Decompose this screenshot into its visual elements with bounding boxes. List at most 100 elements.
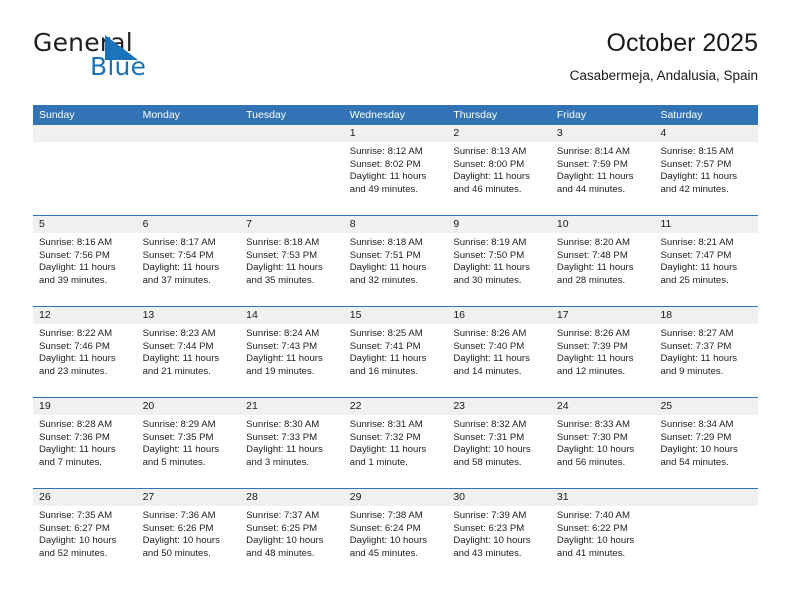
day-cell[interactable]: 31 Sunrise: 7:40 AM Sunset: 6:22 PM Dayligh…: [550, 489, 655, 579]
sunset-text: Sunset: 6:23 PM: [453, 522, 525, 534]
day-number: [654, 489, 759, 506]
day-details: Sunrise: 8:26 AM Sunset: 7:40 PM Daylight:…: [447, 324, 551, 378]
day-number: 5: [33, 216, 137, 233]
day-number: 30: [447, 489, 551, 506]
day-number: 2: [447, 125, 551, 142]
day-number: 15: [343, 307, 448, 324]
daylight-text: Daylight: 11 hours and 37 minutes.: [142, 262, 220, 286]
day-cell[interactable]: 12 Sunrise: 8:22 AM Sunset: 7:46 PM Dayligh…: [33, 307, 137, 397]
day-cell[interactable]: 26 Sunrise: 7:35 AM Sunset: 6:27 PM Dayligh…: [33, 489, 137, 579]
day-number: 19: [33, 398, 137, 415]
day-details: Sunrise: 8:21 AM Sunset: 7:47 PM Daylight:…: [654, 233, 758, 287]
sunrise-text: Sunrise: 8:29 AM: [142, 419, 216, 430]
brand-logo[interactable]: General Blue: [33, 28, 263, 84]
day-cell[interactable]: 22 Sunrise: 8:31 AM Sunset: 7:32 PM Dayligh…: [343, 398, 448, 488]
sunset-text: Sunset: 7:35 PM: [142, 431, 214, 443]
day-cell[interactable]: 11 Sunrise: 8:21 AM Sunset: 7:47 PM Dayligh…: [654, 216, 759, 306]
day-cell[interactable]: 17 Sunrise: 8:26 AM Sunset: 7:39 PM Dayligh…: [550, 307, 655, 397]
sunset-text: Sunset: 7:51 PM: [349, 249, 421, 261]
daylight-text: Daylight: 10 hours and 50 minutes.: [142, 535, 220, 559]
daylight-text: Daylight: 11 hours and 21 minutes.: [142, 353, 220, 377]
day-cell[interactable]: 3 Sunrise: 8:14 AM Sunset: 7:59 PM Daylight…: [550, 125, 655, 215]
day-cell[interactable]: 15 Sunrise: 8:25 AM Sunset: 7:41 PM Dayligh…: [343, 307, 448, 397]
day-details: Sunrise: 8:31 AM Sunset: 7:32 PM Daylight:…: [344, 415, 448, 469]
sunrise-text: Sunrise: 7:39 AM: [453, 510, 527, 521]
daylight-text: Daylight: 11 hours and 39 minutes.: [39, 262, 116, 286]
day-cell[interactable]: 29 Sunrise: 7:38 AM Sunset: 6:24 PM Dayligh…: [343, 489, 448, 579]
sunrise-text: Sunrise: 8:26 AM: [453, 328, 527, 339]
calendar-grid: Sunday Monday Tuesday Wednesday Thursday…: [33, 105, 759, 579]
daylight-text: Daylight: 11 hours and 1 minute.: [349, 444, 427, 468]
day-cell[interactable]: 7 Sunrise: 8:18 AM Sunset: 7:53 PM Daylight…: [240, 216, 344, 306]
sunrise-text: Sunrise: 8:23 AM: [142, 328, 216, 339]
day-cell-empty: [240, 125, 344, 215]
day-cell[interactable]: 21 Sunrise: 8:30 AM Sunset: 7:33 PM Dayligh…: [240, 398, 344, 488]
sunset-text: Sunset: 6:25 PM: [246, 522, 318, 534]
day-cell-empty: [654, 489, 759, 579]
weekday-header-saturday: Saturday: [660, 109, 703, 121]
week-row: 12 Sunrise: 8:22 AM Sunset: 7:46 PM Dayligh…: [33, 306, 759, 397]
day-cell[interactable]: 13 Sunrise: 8:23 AM Sunset: 7:44 PM Dayligh…: [136, 307, 241, 397]
day-details: Sunrise: 7:35 AM Sunset: 6:27 PM Daylight:…: [33, 506, 137, 560]
day-details: Sunrise: 8:28 AM Sunset: 7:36 PM Daylight:…: [33, 415, 137, 469]
day-cell[interactable]: 4 Sunrise: 8:15 AM Sunset: 7:57 PM Daylight…: [654, 125, 759, 215]
day-details: Sunrise: 8:24 AM Sunset: 7:43 PM Daylight:…: [240, 324, 344, 378]
day-cell[interactable]: 5 Sunrise: 8:16 AM Sunset: 7:56 PM Daylight…: [33, 216, 137, 306]
day-cell-empty: [136, 125, 241, 215]
daylight-text: Daylight: 11 hours and 25 minutes.: [660, 262, 738, 286]
day-number: 31: [550, 489, 655, 506]
day-details: Sunrise: 7:36 AM Sunset: 6:26 PM Daylight:…: [137, 506, 241, 560]
day-cell[interactable]: 19 Sunrise: 8:28 AM Sunset: 7:36 PM Dayligh…: [33, 398, 137, 488]
sunrise-text: Sunrise: 8:15 AM: [660, 146, 734, 157]
daylight-text: Daylight: 10 hours and 56 minutes.: [556, 444, 635, 468]
brand-name-blue: Blue: [90, 52, 147, 81]
day-cell[interactable]: 2 Sunrise: 8:13 AM Sunset: 8:00 PM Daylight…: [447, 125, 551, 215]
day-number: 7: [240, 216, 344, 233]
day-number: 21: [240, 398, 344, 415]
weekday-header-friday: Friday: [556, 109, 587, 121]
sunrise-text: Sunrise: 8:32 AM: [453, 419, 527, 430]
day-number: 26: [33, 489, 137, 506]
sunset-text: Sunset: 7:57 PM: [660, 158, 732, 170]
day-cell[interactable]: 25 Sunrise: 8:34 AM Sunset: 7:29 PM Dayligh…: [654, 398, 759, 488]
day-cell[interactable]: 16 Sunrise: 8:26 AM Sunset: 7:40 PM Dayligh…: [447, 307, 551, 397]
day-number: 25: [654, 398, 759, 415]
day-number: 6: [136, 216, 241, 233]
sunrise-text: Sunrise: 8:34 AM: [660, 419, 734, 430]
sunset-text: Sunset: 7:39 PM: [556, 340, 628, 352]
weekday-header-sunday: Sunday: [39, 109, 75, 121]
page-header: General Blue October 2025 Casabermeja, A…: [33, 28, 758, 96]
sunset-text: Sunset: 7:40 PM: [453, 340, 525, 352]
sunset-text: Sunset: 7:41 PM: [349, 340, 421, 352]
day-number: 10: [550, 216, 655, 233]
day-cell[interactable]: 9 Sunrise: 8:19 AM Sunset: 7:50 PM Daylight…: [447, 216, 551, 306]
sunset-text: Sunset: 7:59 PM: [556, 158, 628, 170]
sunrise-text: Sunrise: 8:27 AM: [660, 328, 734, 339]
day-cell[interactable]: 24 Sunrise: 8:33 AM Sunset: 7:30 PM Dayligh…: [550, 398, 655, 488]
day-cell[interactable]: 10 Sunrise: 8:20 AM Sunset: 7:48 PM Dayligh…: [550, 216, 655, 306]
day-cell[interactable]: 6 Sunrise: 8:17 AM Sunset: 7:54 PM Daylight…: [136, 216, 241, 306]
daylight-text: Daylight: 11 hours and 3 minutes.: [246, 444, 323, 468]
sunrise-text: Sunrise: 8:14 AM: [556, 146, 630, 157]
weekday-header-wednesday: Wednesday: [349, 109, 405, 121]
sunset-text: Sunset: 7:44 PM: [142, 340, 214, 352]
day-cell[interactable]: 18 Sunrise: 8:27 AM Sunset: 7:37 PM Dayligh…: [654, 307, 759, 397]
day-cell[interactable]: 8 Sunrise: 8:18 AM Sunset: 7:51 PM Daylight…: [343, 216, 448, 306]
sunset-text: Sunset: 7:46 PM: [39, 340, 110, 352]
day-cell[interactable]: 30 Sunrise: 7:39 AM Sunset: 6:23 PM Dayligh…: [447, 489, 551, 579]
daylight-text: Daylight: 10 hours and 45 minutes.: [349, 535, 428, 559]
day-cell[interactable]: 14 Sunrise: 8:24 AM Sunset: 7:43 PM Dayligh…: [240, 307, 344, 397]
week-row: 26 Sunrise: 7:35 AM Sunset: 6:27 PM Dayligh…: [33, 488, 759, 579]
day-details: Sunrise: 8:22 AM Sunset: 7:46 PM Daylight:…: [33, 324, 137, 378]
day-cell[interactable]: 1 Sunrise: 8:12 AM Sunset: 8:02 PM Daylight…: [343, 125, 448, 215]
day-cell[interactable]: 28 Sunrise: 7:37 AM Sunset: 6:25 PM Dayligh…: [240, 489, 344, 579]
sunrise-text: Sunrise: 7:38 AM: [349, 510, 423, 521]
day-cell[interactable]: 27 Sunrise: 7:36 AM Sunset: 6:26 PM Dayligh…: [136, 489, 241, 579]
sunset-text: Sunset: 7:32 PM: [349, 431, 421, 443]
day-details: Sunrise: 8:16 AM Sunset: 7:56 PM Daylight:…: [33, 233, 137, 287]
day-cell[interactable]: 23 Sunrise: 8:32 AM Sunset: 7:31 PM Dayligh…: [447, 398, 551, 488]
day-details: Sunrise: 8:15 AM Sunset: 7:57 PM Daylight:…: [654, 142, 758, 196]
day-cell[interactable]: 20 Sunrise: 8:29 AM Sunset: 7:35 PM Dayligh…: [136, 398, 241, 488]
week-row: 5 Sunrise: 8:16 AM Sunset: 7:56 PM Daylight…: [33, 215, 759, 306]
sunset-text: Sunset: 6:24 PM: [349, 522, 421, 534]
